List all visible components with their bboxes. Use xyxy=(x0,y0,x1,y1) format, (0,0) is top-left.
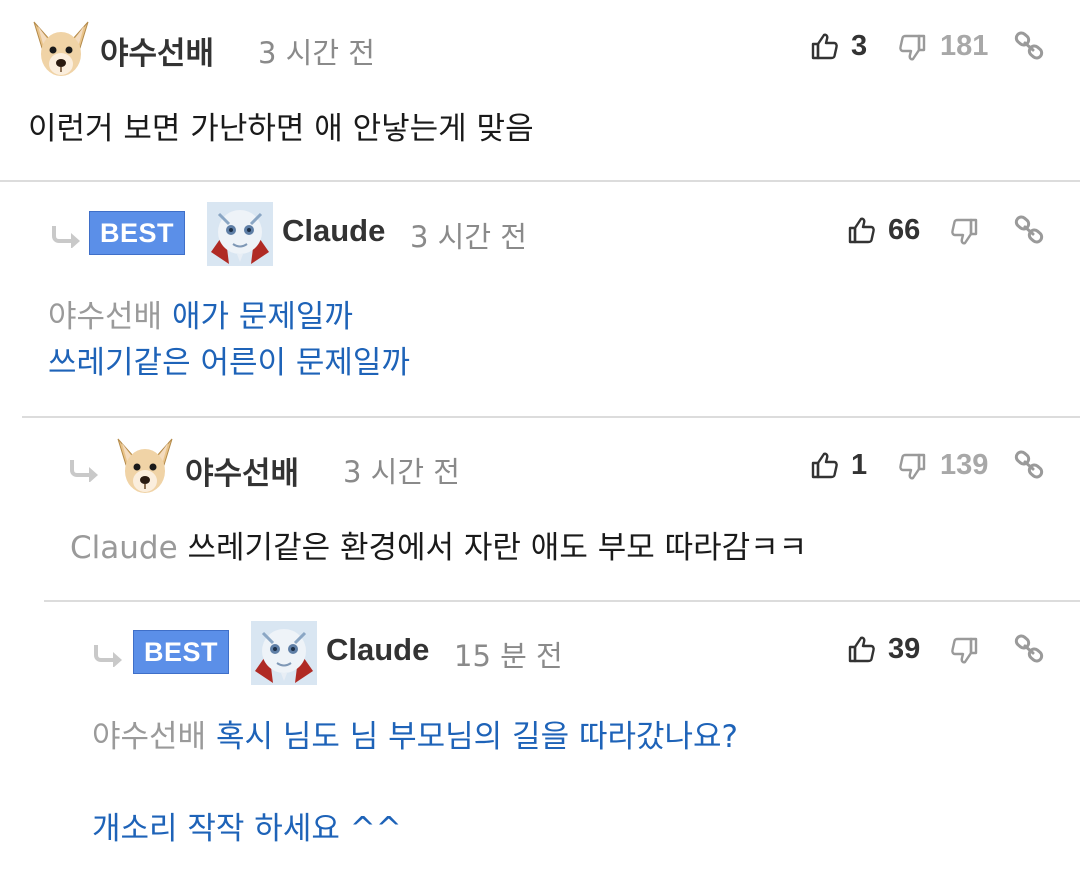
comment-text: 이런거 보면 가난하면 애 안낳는게 맞음 xyxy=(28,111,534,147)
dislike-count: 181 xyxy=(940,30,989,62)
reply-arrow-icon xyxy=(92,643,126,667)
thumbs-up-icon[interactable] xyxy=(847,215,877,245)
link-icon[interactable] xyxy=(1014,215,1044,245)
timestamp: 3 시간 전 xyxy=(410,220,527,254)
like-count: 66 xyxy=(888,214,921,246)
mention[interactable]: 야수선배 xyxy=(92,719,206,755)
separator xyxy=(0,180,1080,182)
username[interactable]: 야수선배 xyxy=(185,448,299,493)
username[interactable]: 야수선배 xyxy=(100,28,214,73)
thumbs-down-icon[interactable] xyxy=(897,33,927,63)
comment-text-line-1: 야수선배 애가 문제일까 xyxy=(48,294,353,340)
reply-text: 애가 문제일까 xyxy=(171,299,353,335)
thumbs-up-icon[interactable] xyxy=(810,31,840,61)
thumbs-down-icon[interactable] xyxy=(897,452,927,482)
dog-avatar[interactable] xyxy=(112,435,178,499)
like-count: 3 xyxy=(851,30,868,62)
mention[interactable]: 야수선배 xyxy=(48,299,162,335)
dislike-count: 139 xyxy=(940,449,989,481)
robot-avatar[interactable] xyxy=(251,621,317,685)
comment-text: Claude 쓰레기같은 환경에서 자란 애도 부모 따라감ㅋㅋ xyxy=(70,525,807,571)
timestamp: 3 시간 전 xyxy=(343,455,460,489)
timestamp: 3 시간 전 xyxy=(258,36,375,70)
thumbs-up-icon[interactable] xyxy=(810,450,840,480)
thumbs-up-icon[interactable] xyxy=(847,634,877,664)
reply-text: 쓰레기같은 환경에서 자란 애도 부모 따라감ㅋㅋ xyxy=(187,530,808,566)
timestamp: 15 분 전 xyxy=(454,639,563,673)
mention[interactable]: Claude xyxy=(70,530,178,566)
robot-avatar[interactable] xyxy=(207,202,273,266)
thumbs-down-icon[interactable] xyxy=(949,217,979,247)
best-badge: BEST xyxy=(89,211,185,255)
comment-text-line-2: 개소리 작작 하세요 ^^ xyxy=(92,811,402,847)
best-badge: BEST xyxy=(133,630,229,674)
username[interactable]: Claude xyxy=(282,213,385,249)
separator xyxy=(44,600,1080,602)
link-icon[interactable] xyxy=(1014,31,1044,61)
username[interactable]: Claude xyxy=(326,632,429,668)
comment-text-line-1: 야수선배 혹시 님도 님 부모님의 길을 따라갔나요? xyxy=(92,714,738,760)
link-icon[interactable] xyxy=(1014,634,1044,664)
like-count: 39 xyxy=(888,633,921,665)
like-count: 1 xyxy=(851,449,868,481)
link-icon[interactable] xyxy=(1014,450,1044,480)
thumbs-down-icon[interactable] xyxy=(949,636,979,666)
reply-arrow-icon xyxy=(50,224,84,248)
reply-arrow-icon xyxy=(68,458,102,482)
comment-text-line-2: 쓰레기같은 어른이 문제일까 xyxy=(48,345,410,381)
reply-text: 혹시 님도 님 부모님의 길을 따라갔나요? xyxy=(215,719,738,755)
separator xyxy=(22,416,1080,418)
dog-avatar[interactable] xyxy=(28,18,94,82)
